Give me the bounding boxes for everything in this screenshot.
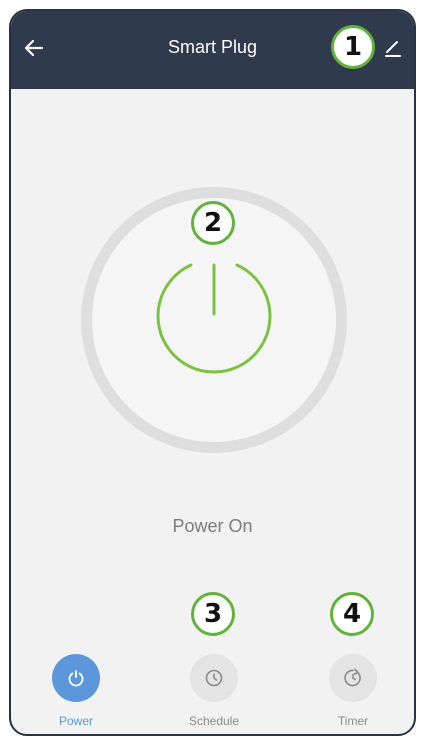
callout-badge-1: 1	[331, 25, 375, 69]
edit-button[interactable]	[380, 33, 406, 63]
callout-badge-4: 4	[330, 592, 374, 636]
tab-schedule[interactable]: Schedule	[164, 654, 264, 728]
tab-power[interactable]: Power	[26, 654, 126, 728]
tab-power-circle	[52, 654, 100, 702]
power-icon	[68, 670, 84, 687]
tab-schedule-label: Schedule	[188, 714, 240, 728]
callout-badge-2: 2	[191, 201, 235, 245]
tab-schedule-circle	[190, 654, 238, 702]
power-status-text: Power On	[172, 516, 253, 536]
clock-icon	[205, 669, 223, 687]
tab-timer[interactable]: Timer	[303, 654, 403, 728]
timer-icon	[344, 668, 361, 687]
callout-badge-3: 3	[191, 592, 235, 636]
tab-power-label: Power	[58, 714, 93, 728]
pencil-icon	[385, 41, 401, 57]
tab-timer-label: Timer	[337, 714, 369, 728]
tab-timer-circle	[329, 654, 377, 702]
